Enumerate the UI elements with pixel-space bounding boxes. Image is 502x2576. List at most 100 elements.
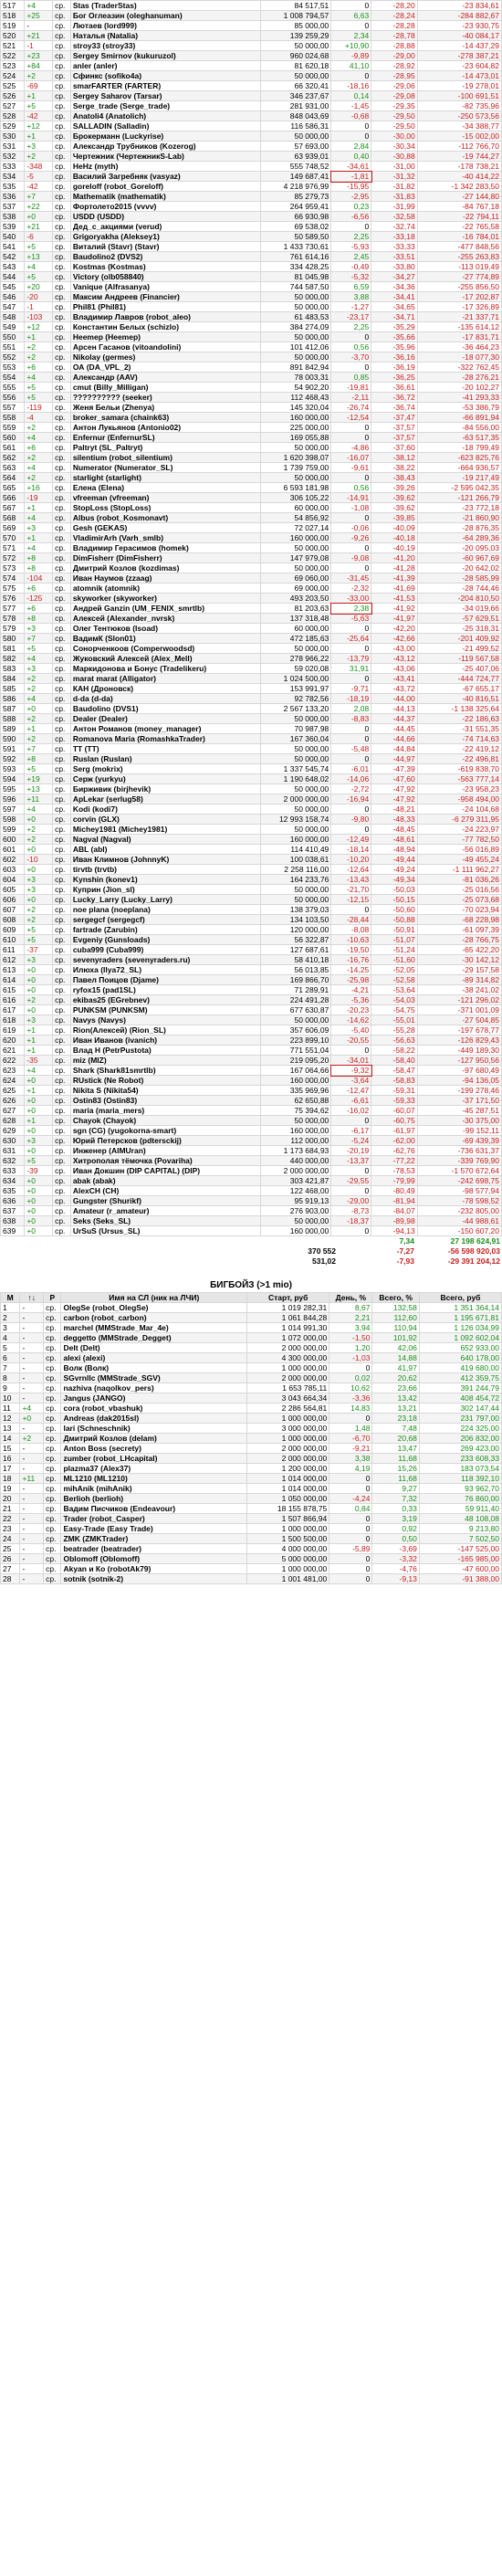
cell-day-pct: -2,95 bbox=[330, 191, 372, 202]
cell-name: Хитрополая тёмочка (Povariha) bbox=[69, 1155, 262, 1166]
cell-total-rub: -19 217,49 bbox=[416, 472, 502, 483]
table-row: 557 -119 cp. Женя Бельи (Zhenya) 145 320,04-… bbox=[0, 402, 502, 413]
cell-total-pct: -39,85 bbox=[371, 512, 418, 523]
cell-start: 1 019 282,31 bbox=[246, 1302, 330, 1313]
cell-day-pct: -14,62 bbox=[330, 1015, 372, 1025]
cell-rank: 596 bbox=[0, 794, 26, 804]
cell-day-pct: -18,16 bbox=[330, 80, 372, 91]
table-row: 576 -125 cp. skyworker (skyworker) 493 203,5… bbox=[0, 593, 502, 604]
cell-rank: 540 bbox=[0, 231, 26, 242]
cell-rank: 20 bbox=[0, 1493, 21, 1504]
cell-rank: 637 bbox=[0, 1205, 26, 1216]
cell-rank: 593 bbox=[0, 763, 26, 774]
cell-start: 2 000 000,00 bbox=[246, 1342, 330, 1353]
cell-marker: cp. bbox=[52, 231, 71, 242]
table-row: 543 +4 cp. Kostmas (Kostmas) 334 428,25 -0,49… bbox=[0, 261, 502, 272]
cell-day-pct: -3,64 bbox=[330, 1075, 372, 1086]
cell-change: +2 bbox=[24, 824, 54, 835]
cell-change: +3 bbox=[24, 141, 54, 152]
cell-total-pct: -81,94 bbox=[371, 1195, 418, 1206]
cell-change: +21 bbox=[24, 30, 54, 41]
cell-start: 84 517,51 bbox=[260, 0, 332, 11]
cell-change: - bbox=[19, 1332, 45, 1343]
cell-marker: cp. bbox=[52, 382, 71, 393]
cell-change: +0 bbox=[24, 1004, 54, 1015]
cell-marker: cp. bbox=[52, 171, 71, 182]
cell-day-pct: 1,20 bbox=[329, 1342, 373, 1353]
totals-cell: 370 552 bbox=[274, 1246, 338, 1256]
cell-rank: 585 bbox=[0, 683, 26, 694]
table-row: 586 +4 cp. d-da (d-da) 92 782,56 -18,19 -44,00… bbox=[0, 693, 502, 704]
cell-change: +3 bbox=[24, 663, 54, 674]
cell-start: 1 000 000,00 bbox=[246, 1413, 330, 1424]
header-start: Старт, руб bbox=[246, 1292, 330, 1303]
cell-total-rub: -25 073,68 bbox=[416, 894, 502, 905]
cell-change: +16 bbox=[24, 482, 54, 493]
table-row: 12 +0 cp. Andreas (dak2015sl) 1 000 000,00 0 2… bbox=[0, 1413, 502, 1424]
table-row: 21- cp. Вадим Писчиков (Endeavour) 18 155 8… bbox=[0, 1503, 502, 1514]
cell-total-rub: -22 419,12 bbox=[416, 743, 502, 754]
cell-marker: cp. bbox=[52, 1115, 71, 1126]
cell-name: fartrade (Zarubin) bbox=[69, 924, 262, 935]
cell-name: Romanova Maria (RomashkaTrader) bbox=[69, 733, 262, 744]
cell-total-rub: 9 213,80 bbox=[418, 1523, 502, 1534]
cell-marker: cp. bbox=[52, 412, 71, 423]
cell-total-rub: -284 882,67 bbox=[416, 10, 502, 21]
cell-name: Юрий Петерсков (pdtersckij) bbox=[69, 1135, 262, 1146]
cell-rank: 539 bbox=[0, 221, 26, 232]
cell-change: +2 bbox=[24, 472, 54, 483]
table-row: 8- cp. SGvrnllc (MMStrade_SGV) 2 000 000,00… bbox=[0, 1372, 502, 1383]
cell-rank: 24 bbox=[0, 1533, 21, 1544]
cell-name: Enfernur (EnfernurSL) bbox=[69, 432, 262, 443]
table-row: 20- cp. Berlioh (berlioh) 1 050 000,00 -4,24… bbox=[0, 1493, 502, 1504]
cell-name: Rion(Алексей) (Rion_SL) bbox=[69, 1025, 262, 1036]
table-row: 590 +2 cp. Romanova Maria (RomashkaTrader) 1… bbox=[0, 733, 502, 744]
cell-marker: cp. bbox=[52, 392, 71, 403]
cell-start: 1 653 785,11 bbox=[246, 1383, 330, 1393]
cell-change: +1 bbox=[24, 502, 54, 513]
cell-change: +0 bbox=[24, 1225, 54, 1236]
cell-total-rub: -36 464,23 bbox=[416, 342, 502, 352]
cell-change: +0 bbox=[24, 984, 54, 995]
cell-total-rub: -82 735,96 bbox=[416, 100, 502, 111]
cell-name: maria (maria_mers) bbox=[69, 1105, 262, 1116]
cell-marker: cp. bbox=[52, 331, 71, 342]
cell-rank: 519 bbox=[0, 20, 26, 31]
table-row: 622 -35 cp. miz (MIZ) 219 095,20 -34,01 -58,40… bbox=[0, 1055, 502, 1066]
cell-marker: cp. bbox=[43, 1553, 62, 1564]
cell-day-pct: 0 bbox=[330, 804, 372, 815]
cell-name: Sergey Smirnov (kukuruzol) bbox=[69, 50, 262, 61]
cell-change: +11 bbox=[19, 1473, 45, 1484]
cell-total-rub: -41 293,33 bbox=[416, 392, 502, 403]
cell-start: 357 606,09 bbox=[260, 1025, 332, 1036]
table-row: 633 -39 cp. Иван Докшин (DIP CAPITAL) (DIP)… bbox=[0, 1165, 502, 1176]
cell-total-rub: 224 325,00 bbox=[418, 1423, 502, 1434]
cell-day-pct: 0 bbox=[330, 1185, 372, 1196]
table-row: 606 +0 cp. Lucky_Larry (Lucky_Larry) 50 000,… bbox=[0, 894, 502, 905]
table-row: 523 +84 cp. anler (anler) 81 620,18 41,10 -28,… bbox=[0, 60, 502, 71]
cell-name: Арсен Гасанов (vitoandolini) bbox=[69, 342, 262, 352]
table-row: 536 +7 cp. Mathematik (mathematik) 85 279,73… bbox=[0, 191, 502, 202]
cell-total-pct: -44,84 bbox=[371, 743, 418, 754]
cell-rank: 595 bbox=[0, 783, 26, 794]
cell-name: SGvrnllc (MMStrade_SGV) bbox=[60, 1372, 248, 1383]
cell-total-pct: 23,66 bbox=[371, 1383, 420, 1393]
cell-total-rub: 48 108,08 bbox=[418, 1513, 502, 1524]
cell-change: +6 bbox=[24, 362, 54, 373]
cell-total-rub: -25 016,56 bbox=[416, 884, 502, 895]
cell-day-pct: 0,56 bbox=[330, 482, 372, 493]
cell-change: +5 bbox=[24, 271, 54, 282]
cell-total-rub: 640 178,00 bbox=[418, 1352, 502, 1363]
cell-rank: 518 bbox=[0, 10, 26, 21]
cell-name: Елена (Elena) bbox=[69, 482, 262, 493]
cell-marker: cp. bbox=[52, 984, 71, 995]
cell-total-pct: -29,50 bbox=[371, 110, 418, 121]
cell-rank: 549 bbox=[0, 321, 26, 332]
table-row: 541 +5 cp. Виталий (Stavr) (Stavr) 1 433 730… bbox=[0, 241, 502, 252]
cell-total-pct: 7,32 bbox=[371, 1493, 420, 1504]
cell-change: +0 bbox=[24, 1075, 54, 1086]
cell-rank: 527 bbox=[0, 100, 26, 111]
cell-day-pct: -0,49 bbox=[330, 261, 372, 272]
cell-total-pct: -84,07 bbox=[371, 1205, 418, 1216]
header-total-rub: Всего, руб bbox=[418, 1292, 502, 1303]
